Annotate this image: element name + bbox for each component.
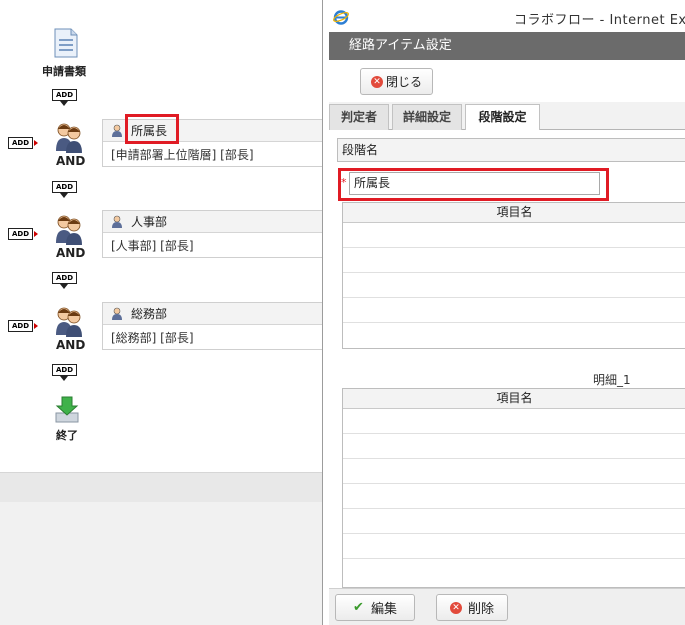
stage-name-input[interactable]: 所属長: [349, 172, 600, 195]
route-node-3[interactable]: 総務部 [総務部] [部長]: [102, 302, 324, 350]
document-icon[interactable]: [53, 28, 79, 58]
flow-panel-background: [0, 502, 322, 625]
add-side-button[interactable]: ADD: [8, 320, 33, 332]
end-label: 終了: [56, 429, 78, 442]
grid-row[interactable]: [343, 273, 685, 298]
dialog-header: 経路アイテム設定: [329, 32, 685, 60]
add-side-button[interactable]: ADD: [8, 137, 33, 149]
right-arrow-icon: [34, 323, 38, 329]
dialog-footer: ✔ 編集 ✕ 削除: [329, 588, 685, 625]
add-side-button[interactable]: ADD: [8, 228, 33, 240]
route-node-1[interactable]: 所属長 [申請部署上位階層] [部長]: [102, 119, 324, 167]
grid-row[interactable]: [343, 223, 685, 248]
delete-button-label: 削除: [467, 602, 494, 617]
tab-stage-settings[interactable]: 段階設定: [465, 104, 540, 131]
add-button[interactable]: ADD: [52, 272, 77, 284]
end-download-icon[interactable]: [53, 396, 81, 424]
grid-row[interactable]: [343, 484, 685, 509]
node-body: [総務部] [部長]: [111, 331, 194, 345]
approval-flow-panel: 申請書類 ADD ADD AND 所属長 [申請部署上位階層] [部長] ADD…: [0, 0, 324, 472]
grid-row[interactable]: [343, 323, 685, 348]
delete-button[interactable]: ✕ 削除: [436, 594, 508, 621]
group-people-icon[interactable]: [53, 213, 85, 245]
detail-caption: 明細_1: [593, 373, 631, 387]
grid-row[interactable]: [343, 559, 685, 584]
grid-row[interactable]: [343, 509, 685, 534]
tab-detail-settings[interactable]: 詳細設定: [392, 104, 462, 130]
and-label: AND: [56, 154, 86, 168]
down-arrow-icon: [60, 284, 68, 289]
person-icon: [112, 307, 122, 320]
route-node-2[interactable]: 人事部 [人事部] [部長]: [102, 210, 324, 258]
right-arrow-icon: [34, 140, 38, 146]
item-grid-2: 項目名: [342, 388, 685, 588]
right-arrow-icon: [34, 231, 38, 237]
stage-name-label: 段階名: [337, 138, 685, 162]
grid-row[interactable]: [343, 298, 685, 323]
add-button[interactable]: ADD: [52, 181, 77, 193]
tab-bar: 判定者 詳細設定 段階設定: [329, 102, 685, 131]
person-icon: [112, 124, 122, 137]
edit-button[interactable]: ✔ 編集: [335, 594, 415, 621]
down-arrow-icon: [60, 101, 68, 106]
check-icon: ✔: [352, 599, 364, 615]
dialog-toolbar: ✕ 閉じる: [329, 60, 685, 102]
grid-header: 項目名: [343, 203, 685, 223]
edit-button-label: 編集: [370, 602, 397, 617]
item-grid-1: 項目名: [342, 202, 685, 349]
node-title: 総務部: [131, 307, 168, 321]
node-body: [申請部署上位階層] [部長]: [111, 148, 254, 162]
grid-header: 項目名: [343, 389, 685, 409]
node-title: 所属長: [131, 124, 168, 138]
window-titlebar[interactable]: コラボフロー - Internet Exp: [323, 0, 685, 32]
flow-bottom-bar: [0, 472, 322, 502]
close-button-label: 閉じる: [385, 75, 422, 89]
and-label: AND: [56, 246, 86, 260]
window-title: コラボフロー - Internet Exp: [514, 13, 685, 28]
delete-icon: ✕: [449, 601, 462, 614]
start-label: 申請書類: [42, 65, 86, 78]
route-item-dialog: コラボフロー - Internet Exp 経路アイテム設定 ✕ 閉じる 判定者…: [322, 0, 685, 625]
close-icon: ✕: [370, 75, 383, 88]
required-mark: *: [341, 176, 347, 189]
person-icon: [112, 215, 122, 228]
group-people-icon[interactable]: [53, 121, 85, 153]
node-body: [人事部] [部長]: [111, 239, 194, 253]
grid-row[interactable]: [343, 409, 685, 434]
down-arrow-icon: [60, 193, 68, 198]
grid-row[interactable]: [343, 434, 685, 459]
grid-row[interactable]: [343, 248, 685, 273]
grid-row[interactable]: [343, 459, 685, 484]
group-people-icon[interactable]: [53, 305, 85, 337]
add-button[interactable]: ADD: [52, 89, 77, 101]
internet-explorer-icon: [333, 10, 349, 25]
down-arrow-icon: [60, 376, 68, 381]
tab-approver[interactable]: 判定者: [329, 104, 389, 130]
and-label: AND: [56, 338, 86, 352]
close-button[interactable]: ✕ 閉じる: [360, 68, 433, 95]
add-button[interactable]: ADD: [52, 364, 77, 376]
stage-settings-content: 段階名 * 所属長 項目名 明細_1 項目名: [329, 130, 685, 588]
grid-row[interactable]: [343, 534, 685, 559]
node-title: 人事部: [131, 215, 168, 229]
